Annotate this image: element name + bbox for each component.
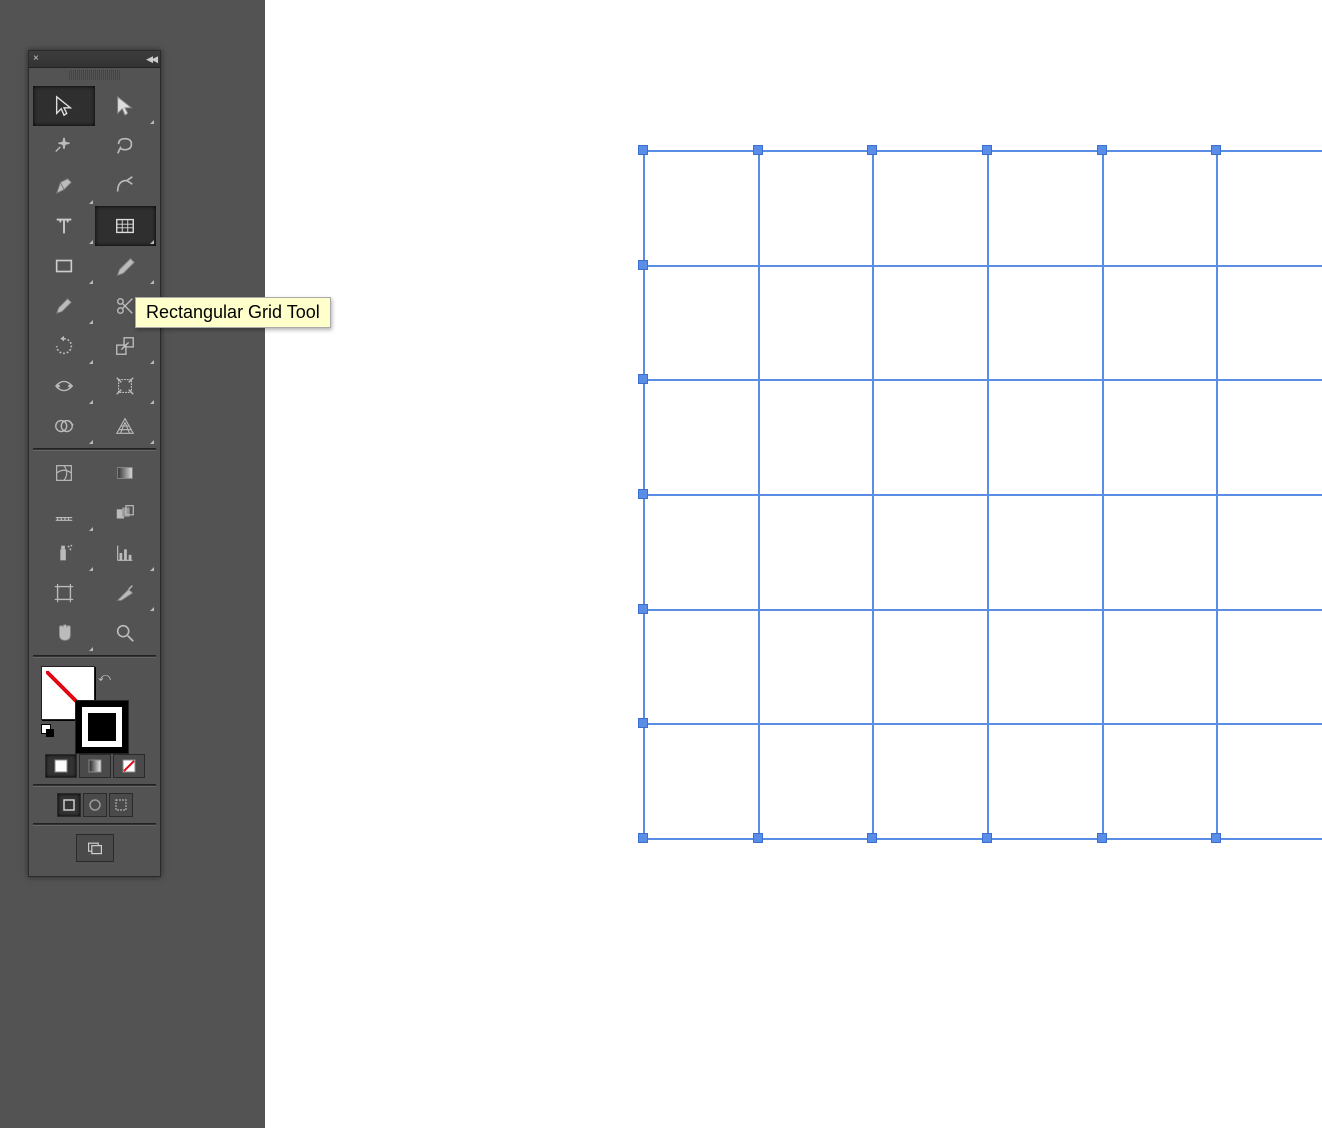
rectangular-grid-tool[interactable] [95, 206, 157, 246]
flyout-icon [150, 440, 154, 444]
flyout-icon [89, 200, 93, 204]
fill-stroke-control[interactable]: ⤺ [33, 660, 156, 750]
color-mode-solid[interactable] [45, 754, 77, 778]
collapse-icon[interactable]: ◀◀ [146, 54, 156, 65]
selection-handle[interactable] [638, 260, 648, 270]
zoom-tool[interactable] [95, 613, 157, 653]
selection-handle[interactable] [638, 833, 648, 843]
selection-handle[interactable] [638, 489, 648, 499]
flyout-icon [150, 607, 154, 611]
flyout-icon [89, 320, 93, 324]
flyout-icon [150, 400, 154, 404]
selection-handle[interactable] [753, 833, 763, 843]
selection-handle[interactable] [982, 833, 992, 843]
artboard-tool[interactable] [33, 573, 95, 613]
column-graph-tool[interactable] [95, 533, 157, 573]
selection-handle[interactable] [638, 374, 648, 384]
selection-handle[interactable] [1211, 145, 1221, 155]
selection-tool[interactable] [33, 86, 95, 126]
close-icon[interactable]: × [33, 54, 39, 64]
flyout-icon [89, 647, 93, 651]
selection-handle[interactable] [753, 145, 763, 155]
selection-handle[interactable] [638, 145, 648, 155]
tooltip-text: Rectangular Grid Tool [146, 302, 320, 322]
free-transform-tool[interactable] [95, 366, 157, 406]
selection-handle[interactable] [638, 604, 648, 614]
flyout-icon [150, 567, 154, 571]
flyout-icon [89, 400, 93, 404]
flyout-icon [150, 280, 154, 284]
eyedropper-tool[interactable] [33, 493, 95, 533]
rectangular-grid-object[interactable] [643, 150, 1322, 840]
pencil-tool[interactable] [33, 286, 95, 326]
grid-hline [643, 265, 1322, 267]
draw-inside[interactable] [109, 793, 133, 817]
flyout-icon [89, 440, 93, 444]
divider [33, 448, 156, 451]
type-tool[interactable] [33, 206, 95, 246]
scale-tool[interactable] [95, 326, 157, 366]
grid-hline [643, 609, 1322, 611]
selection-handle[interactable] [1097, 833, 1107, 843]
flyout-icon [89, 567, 93, 571]
curvature-tool[interactable] [95, 166, 157, 206]
grid-hline [643, 494, 1322, 496]
divider [33, 655, 156, 658]
selection-handle[interactable] [1211, 833, 1221, 843]
grid-hline [643, 723, 1322, 725]
rotate-tool[interactable] [33, 326, 95, 366]
divider [33, 823, 156, 826]
rectangle-tool[interactable] [33, 246, 95, 286]
screen-mode-row [33, 789, 156, 821]
color-mode-none[interactable] [113, 754, 145, 778]
flyout-icon [89, 280, 93, 284]
flyout-icon [150, 240, 154, 244]
direct-selection-tool[interactable] [95, 86, 157, 126]
tool-grid: ⤺ [29, 82, 160, 876]
canvas[interactable] [265, 0, 1322, 1128]
magic-wand-tool[interactable] [33, 126, 95, 166]
flyout-icon [89, 360, 93, 364]
shape-builder-tool[interactable] [33, 406, 95, 446]
flyout-icon [89, 240, 93, 244]
tools-panel-header[interactable]: × ◀◀ [29, 51, 160, 68]
mesh-tool[interactable] [33, 453, 95, 493]
screen-mode-button[interactable] [33, 828, 156, 872]
gradient-tool[interactable] [95, 453, 157, 493]
flyout-icon [89, 527, 93, 531]
selection-handle[interactable] [982, 145, 992, 155]
tool-tooltip: Rectangular Grid Tool [135, 297, 331, 328]
selection-handle[interactable] [638, 718, 648, 728]
default-fill-stroke-icon[interactable] [41, 724, 55, 738]
slice-tool[interactable] [95, 573, 157, 613]
flyout-icon [150, 360, 154, 364]
hand-tool[interactable] [33, 613, 95, 653]
symbol-sprayer-tool[interactable] [33, 533, 95, 573]
pen-tool[interactable] [33, 166, 95, 206]
draw-behind[interactable] [83, 793, 107, 817]
flyout-icon [150, 120, 154, 124]
blend-tool[interactable] [95, 493, 157, 533]
divider [33, 784, 156, 787]
perspective-grid-tool[interactable] [95, 406, 157, 446]
panel-grip[interactable] [69, 70, 120, 80]
stroke-swatch[interactable] [75, 700, 129, 754]
paintbrush-tool[interactable] [95, 246, 157, 286]
width-tool[interactable] [33, 366, 95, 406]
swap-fill-stroke-icon[interactable]: ⤺ [98, 670, 112, 684]
tools-panel: × ◀◀ [28, 50, 161, 877]
draw-normal[interactable] [57, 793, 81, 817]
color-mode-row [33, 750, 156, 782]
color-mode-gradient[interactable] [79, 754, 111, 778]
selection-handle[interactable] [867, 833, 877, 843]
lasso-tool[interactable] [95, 126, 157, 166]
selection-handle[interactable] [1097, 145, 1107, 155]
grid-hline [643, 379, 1322, 381]
selection-handle[interactable] [867, 145, 877, 155]
